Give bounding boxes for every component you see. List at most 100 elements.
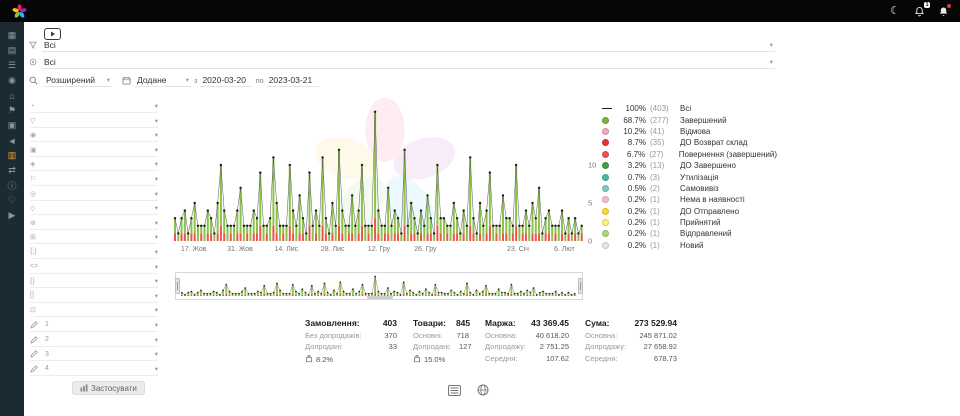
sidebar-item-announcements-icon[interactable]: ◄ xyxy=(8,133,17,148)
filter-funnel-icon: ▽ xyxy=(30,117,44,125)
legend-item[interactable]: 0.2%(1)Новий xyxy=(602,240,777,251)
app-logo-icon[interactable] xyxy=(12,4,27,19)
filter-custom-2-select[interactable]: <>▾ xyxy=(30,261,158,274)
stats-sub-label: Основні: xyxy=(413,331,443,340)
date-to-input[interactable]: 2023-03-21 xyxy=(267,73,319,87)
chevron-down-icon: ▾ xyxy=(155,336,158,344)
notifications-bell-icon[interactable]: 1 xyxy=(915,6,924,17)
custom-field-3-select[interactable]: 3▾ xyxy=(30,348,158,361)
sidebar-item-media-icon[interactable]: ▶ xyxy=(9,208,16,223)
sidebar-item-dashboard-icon[interactable]: ▦ xyxy=(8,28,17,43)
stats-sub-row: Допродані:127 xyxy=(413,342,469,351)
legend-item[interactable]: 0.2%(1)Відправлений xyxy=(602,228,777,239)
custom-field-number: 2 xyxy=(45,336,49,343)
filter-custom-4-select[interactable]: []▾ xyxy=(30,290,158,303)
filter-warehouse-select[interactable]: ⊞▾ xyxy=(30,231,158,244)
global-filter-select-1[interactable]: Всі ▾ xyxy=(42,38,775,52)
date-type-value: Додане xyxy=(137,75,167,85)
chevron-down-icon: ▾ xyxy=(155,204,158,212)
filter-payment-select[interactable]: ◈▾ xyxy=(30,158,158,171)
filter-custom-5-select[interactable]: ⊡▾ xyxy=(30,304,158,317)
date-from-input[interactable]: 2020-03-20 xyxy=(200,73,252,87)
filter-tags-select[interactable]: ⚐▾ xyxy=(30,173,158,186)
stats-sub-label: Допродані: xyxy=(413,342,451,351)
chevron-down-icon: ▾ xyxy=(155,248,158,256)
global-filter-select-2-value: Всі xyxy=(44,57,56,67)
legend-dot-icon xyxy=(602,117,616,124)
legend-item[interactable]: 0.2%(1)Нема в наявності xyxy=(602,194,777,205)
legend-dot-icon xyxy=(602,162,616,169)
sidebar-item-partners-icon[interactable]: ♡ xyxy=(8,193,16,208)
navigator-handle-right[interactable] xyxy=(578,278,583,294)
sidebar-item-statistics-icon[interactable]: ▥ xyxy=(8,148,17,163)
filter-source-select[interactable]: ◎▾ xyxy=(30,188,158,201)
apply-button[interactable]: Застосувати xyxy=(72,381,145,395)
legend-item[interactable]: 10.2%(41)Відмова xyxy=(602,126,777,137)
chart-legend: 100%(403)Всі68.7%(277)Завершений10.2%(41… xyxy=(602,103,777,251)
filter-manager-select[interactable]: ◉▾ xyxy=(30,129,158,142)
custom-field-4-select[interactable]: 4▾ xyxy=(30,363,158,376)
stats-orders: Замовлення:403Без допродажів:370Допродан… xyxy=(305,318,397,365)
sidebar-item-tags-icon[interactable]: ⚑ xyxy=(8,103,16,118)
legend-item[interactable]: 6.7%(27)Повернення (завершений) xyxy=(602,149,777,160)
search-mode-select[interactable]: Розширений ▾ xyxy=(44,73,112,87)
table-view-icon[interactable] xyxy=(448,384,461,396)
filter-custom-4-icon: [] xyxy=(30,292,44,299)
stats-sub-label: Без допродажів: xyxy=(305,331,362,340)
filter-status-select[interactable]: ◔▾ xyxy=(30,100,158,113)
legend-item[interactable]: 68.7%(277)Завершений xyxy=(602,114,777,125)
topbar: ☾ 1 xyxy=(0,0,960,22)
global-filter-select-2[interactable]: Всі ▾ xyxy=(42,55,775,69)
sidebar-item-info-icon[interactable]: ⓘ xyxy=(7,178,16,193)
legend-item[interactable]: 0.2%(1)Прийнятий xyxy=(602,217,777,228)
filter-custom-1-select[interactable]: {;}▾ xyxy=(30,246,158,259)
custom-field-1-select[interactable]: 1▾ xyxy=(30,319,158,332)
filter-products-select[interactable]: ▣▾ xyxy=(30,144,158,157)
stats-sub-row: Допродажу: 27 658.92 xyxy=(585,342,677,351)
custom-field-2-select[interactable]: 2▾ xyxy=(30,334,158,347)
navigator-scrollbar[interactable] xyxy=(367,296,393,299)
sidebar-item-orders-icon[interactable]: ▤ xyxy=(8,43,17,58)
legend-item[interactable]: 3.2%(13)ДО Завершено xyxy=(602,160,777,171)
filter-custom-3-select[interactable]: {}▾ xyxy=(30,275,158,288)
sidebar-item-catalog-icon[interactable]: ☰ xyxy=(8,58,16,73)
sidebar-item-products-icon[interactable]: ▣ xyxy=(8,118,17,133)
map-view-icon[interactable] xyxy=(477,384,489,396)
legend-label: ДО Отправлено xyxy=(680,207,739,216)
legend-count: (277) xyxy=(650,116,678,125)
stats-sub-label: Допродажу: xyxy=(585,342,626,351)
chart-navigator[interactable] xyxy=(175,272,583,300)
sidebar-item-store-icon[interactable]: ⌂ xyxy=(9,88,14,103)
legend-count: (3) xyxy=(650,173,678,182)
alerts-bell-icon[interactable] xyxy=(939,6,948,17)
stats-sub-row: Допродажу:2 751.25 xyxy=(485,342,569,351)
navigator-handle-left[interactable] xyxy=(175,278,180,294)
legend-label: Утилізація xyxy=(680,173,718,182)
filter-funnel-select[interactable]: ▽▾ xyxy=(30,115,158,128)
date-type-select[interactable]: Додане ▾ xyxy=(135,73,191,87)
legend-item[interactable]: 0.7%(3)Утилізація xyxy=(602,171,777,182)
legend-item[interactable]: 8.7%(35)ДО Возврат склад xyxy=(602,137,777,148)
view-switcher xyxy=(448,384,489,396)
search-icon[interactable] xyxy=(29,76,42,85)
pencil-icon xyxy=(30,365,44,373)
stats-sub-value: 2 751.25 xyxy=(540,342,569,351)
custom-field-number: 4 xyxy=(45,365,49,372)
legend-percent: 68.7% xyxy=(616,116,646,125)
sidebar-item-integrations-icon[interactable]: ⇄ xyxy=(8,163,16,178)
stats-sub-value: 678.73 xyxy=(654,354,677,363)
chevron-down-icon: ▾ xyxy=(155,102,158,110)
filter-region-icon: ⊕ xyxy=(30,219,44,227)
filter-delivery-select[interactable]: ◇▾ xyxy=(30,202,158,215)
legend-item[interactable]: 0.2%(1)ДО Отправлено xyxy=(602,206,777,217)
stats-sub-value: 27 658.92 xyxy=(644,342,677,351)
orders-dynamics-chart[interactable]: 051017. Жов31. Жов14. Лис28. Лис12. Гру2… xyxy=(172,95,604,255)
legend-item[interactable]: 100%(403)Всі xyxy=(602,103,777,114)
legend-item[interactable]: 0.5%(2)Самовивіз xyxy=(602,183,777,194)
filter-region-select[interactable]: ⊕▾ xyxy=(30,217,158,230)
stats-sub-value: 33 xyxy=(389,342,397,351)
theme-icon[interactable]: ☾ xyxy=(890,6,900,17)
sidebar-item-clients-icon[interactable]: ◉ xyxy=(8,73,16,88)
stats-sub-label: Середня: xyxy=(485,354,517,363)
legend-count: (2) xyxy=(650,184,678,193)
